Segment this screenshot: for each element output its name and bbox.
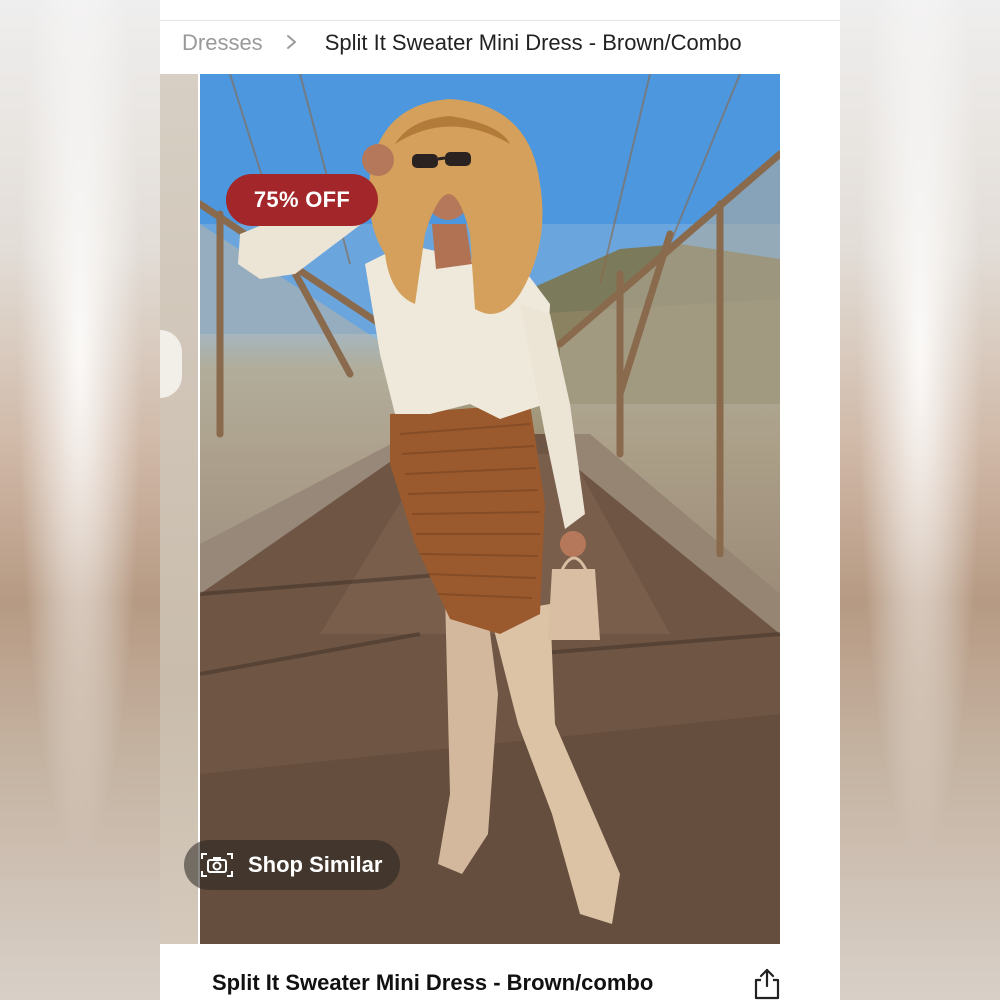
chevron-right-icon: [281, 30, 303, 56]
shop-similar-label: Shop Similar: [248, 852, 383, 877]
camera-icon: [201, 853, 233, 877]
blurred-backdrop-left: [0, 0, 160, 1000]
shop-similar-button[interactable]: Shop Similar: [184, 840, 400, 890]
breadcrumb-link-dresses[interactable]: Dresses: [182, 30, 263, 56]
previous-image-fragment: [160, 330, 182, 398]
product-image[interactable]: 75% OFF: [200, 74, 780, 944]
breadcrumb: Dresses Split It Sweater Mini Dress - Br…: [182, 28, 742, 58]
previous-image-peek[interactable]: [160, 74, 198, 944]
product-page: Dresses Split It Sweater Mini Dress - Br…: [160, 0, 840, 1000]
breadcrumb-current: Split It Sweater Mini Dress - Brown/Comb…: [324, 30, 742, 55]
discount-badge: 75% OFF: [226, 174, 378, 226]
share-icon[interactable]: [752, 966, 782, 1000]
blurred-backdrop-right: [840, 0, 1000, 1000]
header-divider: [160, 20, 840, 21]
product-title: Split It Sweater Mini Dress - Brown/comb…: [212, 970, 654, 995]
